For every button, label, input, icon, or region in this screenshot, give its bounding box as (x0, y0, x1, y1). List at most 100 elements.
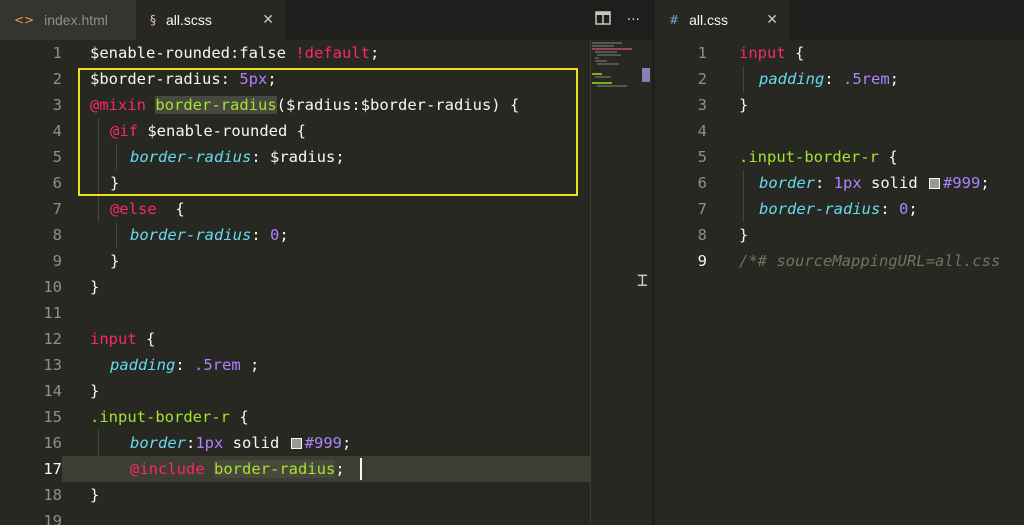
token: ; (267, 70, 277, 88)
token: .input-border-r (739, 148, 879, 166)
tab-all-scss[interactable]: § all.scss ✕ (136, 0, 286, 40)
line-number: 7 (697, 200, 707, 218)
line-number: 2 (697, 70, 707, 88)
css-editor[interactable]: 1 input { 2 padding: .5rem; 3 } 4 5 .inp… (655, 40, 1024, 525)
line-number: 8 (697, 226, 707, 244)
line-number: 13 (43, 356, 62, 374)
code-line: 3 } (655, 92, 1024, 118)
token: !default (295, 44, 370, 62)
token: solid (223, 434, 289, 452)
token: } (110, 252, 120, 270)
token: padding (110, 356, 176, 374)
token: border-radius (214, 460, 336, 478)
token: border (759, 174, 815, 192)
minimap-scroll-marker[interactable] (642, 68, 650, 82)
line-number: 15 (43, 408, 62, 426)
close-icon[interactable]: ✕ (766, 12, 778, 28)
editor-actions: ··· (594, 0, 640, 40)
token: @include (130, 460, 205, 478)
token: 5px (239, 70, 268, 88)
token: 1px (833, 174, 862, 192)
tab-index-html[interactable]: <> index.html (0, 0, 136, 40)
html-file-icon: <> (14, 13, 35, 27)
code-line: 18 } (0, 482, 590, 508)
token: $border-radius: (90, 70, 240, 88)
minimap-line (595, 51, 617, 53)
tab-all-css[interactable]: # all.css ✕ (655, 0, 790, 40)
token: : (251, 226, 270, 244)
token: : (175, 356, 194, 374)
token: border-radius (155, 96, 277, 114)
code-line: 3 @mixin border-radius($radius:$border-r… (0, 92, 590, 118)
code-line: 10 } (0, 274, 590, 300)
code-line: 7 border-radius: 0; (655, 196, 1024, 222)
token: .5rem (194, 356, 241, 374)
minimap-line (592, 82, 612, 84)
token: { (156, 200, 185, 218)
line-number: 17 (0, 456, 62, 482)
code-line: 4 (655, 118, 1024, 144)
code-line-current: 17 @include border-radius; (0, 456, 590, 482)
minimap-line (595, 57, 599, 59)
line-number: 6 (52, 174, 62, 192)
token: ; (240, 356, 260, 374)
token: ; (889, 70, 900, 88)
token: ; (980, 174, 990, 192)
line-number: 11 (43, 304, 62, 322)
minimap-line (592, 42, 622, 44)
scss-editor[interactable]: 1 $enable-rounded:false !default; 2 $bor… (0, 40, 590, 525)
line-number: 10 (43, 278, 62, 296)
more-actions-icon[interactable]: ··· (627, 12, 640, 28)
color-swatch-icon[interactable] (929, 178, 940, 189)
token: ; (335, 460, 345, 478)
token: border (130, 434, 186, 452)
token: : $radius; (251, 148, 345, 166)
line-number: 16 (43, 434, 62, 452)
token: { (785, 44, 805, 62)
token: { (878, 148, 898, 166)
code-line: 4 @if $enable-rounded { (0, 118, 590, 144)
line-number: 14 (43, 382, 62, 400)
code-line: 1 input { (655, 40, 1024, 66)
token: input (739, 44, 786, 62)
color-swatch-icon[interactable] (290, 438, 302, 449)
minimap-line (595, 60, 607, 62)
line-number: 5 (52, 148, 62, 166)
text-cursor (360, 458, 362, 480)
token: border-radius (130, 226, 252, 244)
line-number: 9 (697, 252, 707, 270)
code-line: 6 } (0, 170, 590, 196)
split-editor-icon[interactable] (594, 11, 611, 29)
line-number: 9 (52, 252, 62, 270)
css-file-icon: # (669, 13, 680, 27)
scss-file-icon: § (150, 13, 156, 27)
line-number: 3 (697, 96, 707, 114)
code-line: 2 $border-radius: 5px; (0, 66, 590, 92)
code-line: 6 border: 1px solid #999; (655, 170, 1024, 196)
code-line: 11 (0, 300, 590, 326)
editor-window: <> index.html § all.scss ✕ ··· # all.css… (0, 0, 1024, 525)
code-line: 9 } (0, 248, 590, 274)
tab-label: all.css (689, 12, 728, 28)
token: } (739, 226, 749, 244)
minimap-line (592, 48, 632, 50)
close-icon[interactable]: ✕ (262, 12, 274, 28)
code-line: 2 padding: .5rem; (655, 66, 1024, 92)
code-line: 19 (0, 508, 590, 525)
minimap-line (597, 63, 619, 65)
token: padding (759, 70, 825, 88)
code-line: 15 .input-border-r { (0, 404, 590, 430)
token: } (739, 96, 749, 114)
mouse-ibeam-cursor-icon: ⌶ (637, 270, 648, 291)
token: : (824, 70, 843, 88)
code-line: 5 .input-border-r { (655, 144, 1024, 170)
line-number: 18 (43, 486, 62, 504)
code-line: 8 border-radius: 0; (0, 222, 590, 248)
token: input (90, 330, 137, 348)
line-number: 12 (43, 330, 62, 348)
token: @else (110, 200, 157, 218)
token: @if (110, 122, 138, 140)
line-number: 1 (697, 44, 707, 62)
token: /*# sourceMappingURL=all.css (739, 252, 1001, 270)
